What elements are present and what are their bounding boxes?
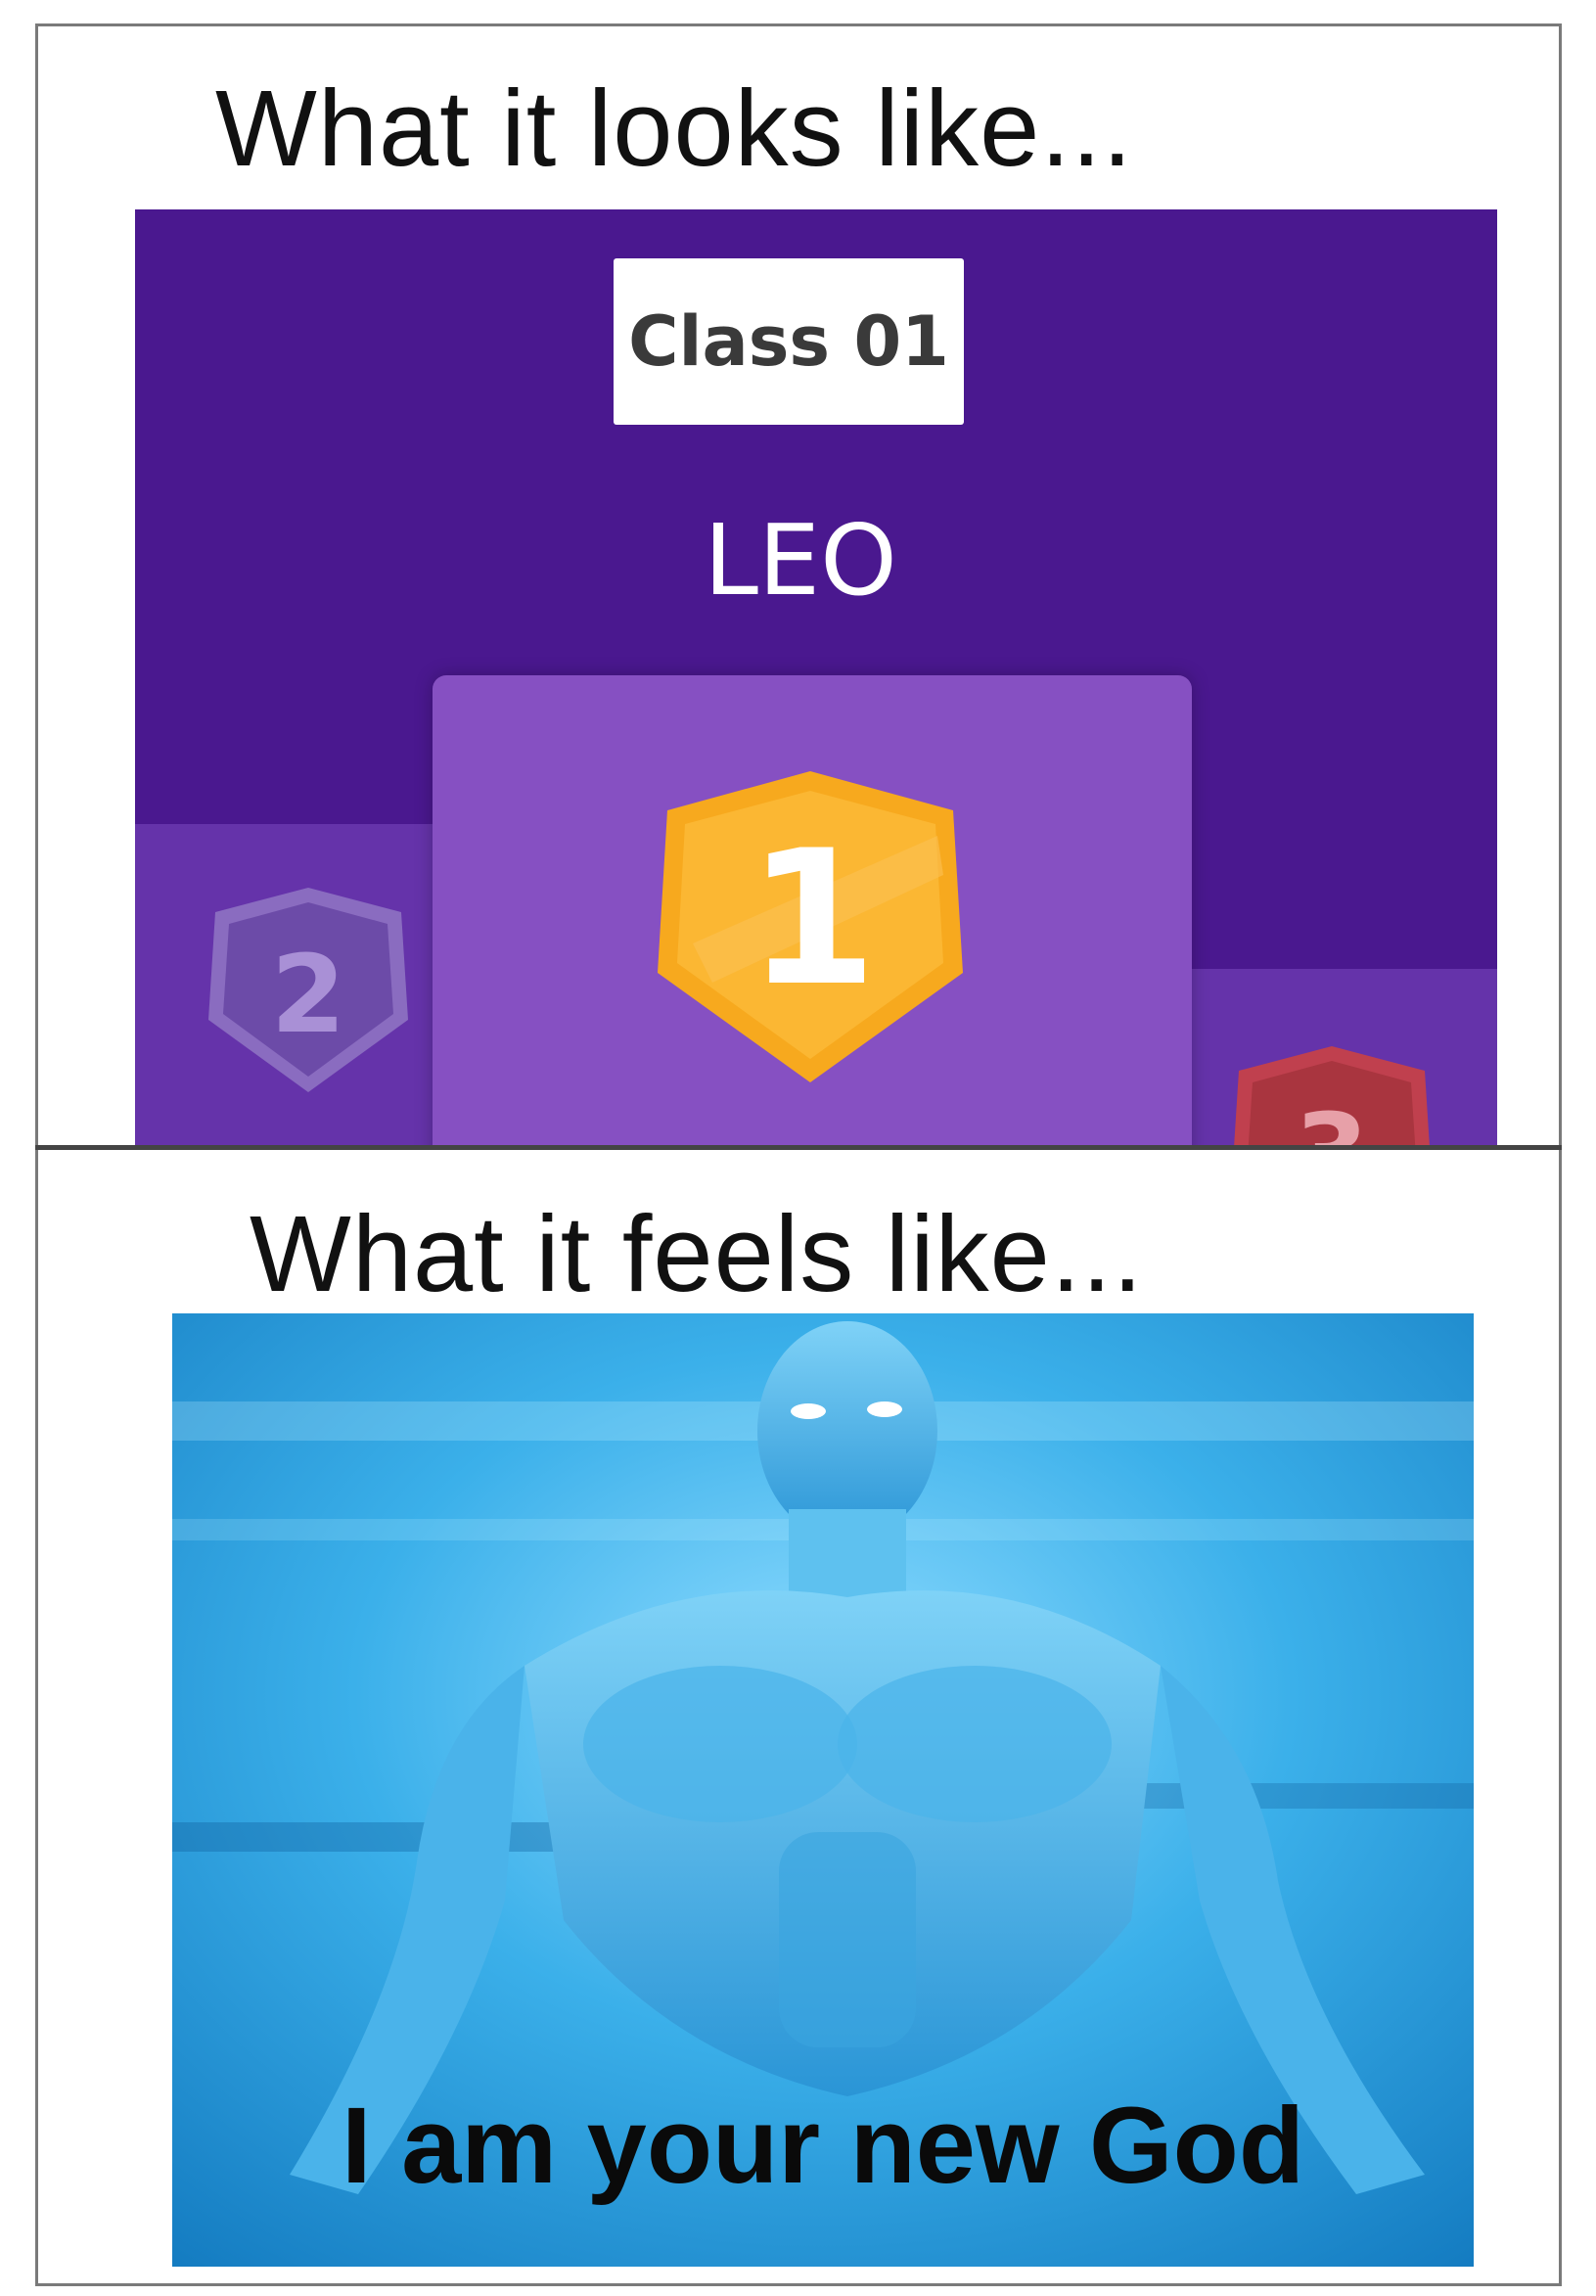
class-badge[interactable]: Class 01	[614, 258, 964, 425]
header-extension	[1190, 832, 1497, 969]
rank-third-label: 3	[1295, 1090, 1370, 1145]
silver-medal-icon: 2	[205, 885, 411, 1096]
panel-divider	[35, 1145, 1562, 1150]
glowing-man-image: I am your new God	[172, 1313, 1474, 2267]
image-caption: I am your new God	[342, 2086, 1304, 2206]
student-name: LEO	[704, 503, 897, 618]
leaderboard-panel: Class 01 LEO 1 2 3	[135, 209, 1497, 1145]
top-caption: What it looks like...	[215, 69, 1133, 189]
gold-medal-icon: 1	[654, 767, 967, 1090]
rank-second-label: 2	[271, 932, 346, 1057]
bronze-medal-icon: 3	[1229, 1043, 1435, 1145]
rank-first-label: 1	[748, 810, 877, 1027]
bottom-caption: What it feels like...	[250, 1194, 1144, 1314]
